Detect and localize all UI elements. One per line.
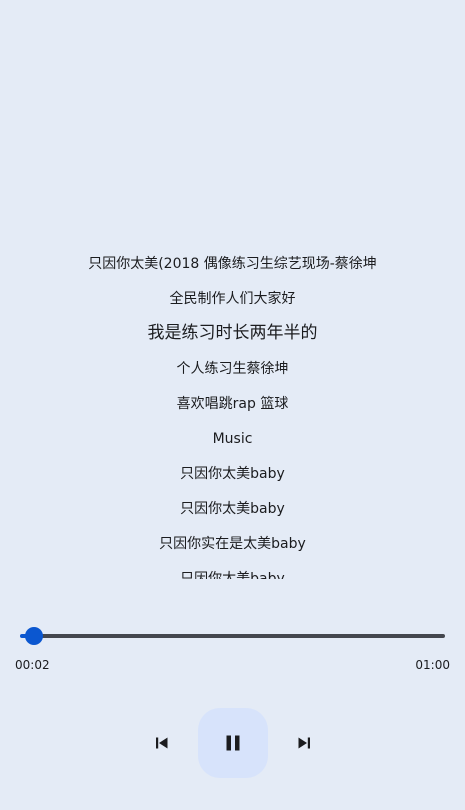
elapsed-time: 00:02 — [15, 658, 50, 672]
total-time: 01:00 — [415, 658, 450, 672]
lyric-line: 喜欢唱跳rap 篮球 — [176, 396, 289, 412]
progress-thumb[interactable] — [25, 627, 44, 645]
lyric-line-current: 我是练习时长两年半的 — [147, 323, 318, 343]
play-pause-button[interactable] — [198, 708, 268, 778]
lyric-line: 只因你太美baby — [180, 466, 285, 482]
lyric-line: 个人练习生蔡徐坤 — [176, 361, 289, 377]
lyric-line: Music — [212, 431, 253, 447]
lyric-line: 只因你太美baby — [180, 571, 285, 579]
lyric-line: 全民制作人们大家好 — [169, 291, 296, 307]
lyric-line: 只因你实在是太美baby — [159, 536, 306, 552]
progress-section: 00:02 01:00 — [0, 615, 465, 675]
skip-previous-icon — [156, 737, 168, 749]
pause-icon — [226, 735, 240, 751]
progress-track-remaining[interactable] — [34, 634, 445, 638]
lyric-line: 只因你太美baby — [180, 501, 285, 517]
next-button[interactable] — [289, 728, 319, 758]
lyrics-panel[interactable]: 只因你太美(2018 偶像练习生综艺现场-蔡徐坤 全民制作人们大家好 我是练习时… — [0, 246, 465, 579]
playback-controls — [0, 708, 465, 778]
lyric-line: 只因你太美(2018 偶像练习生综艺现场-蔡徐坤 — [88, 256, 377, 272]
skip-next-icon — [298, 737, 310, 749]
previous-button[interactable] — [147, 728, 177, 758]
